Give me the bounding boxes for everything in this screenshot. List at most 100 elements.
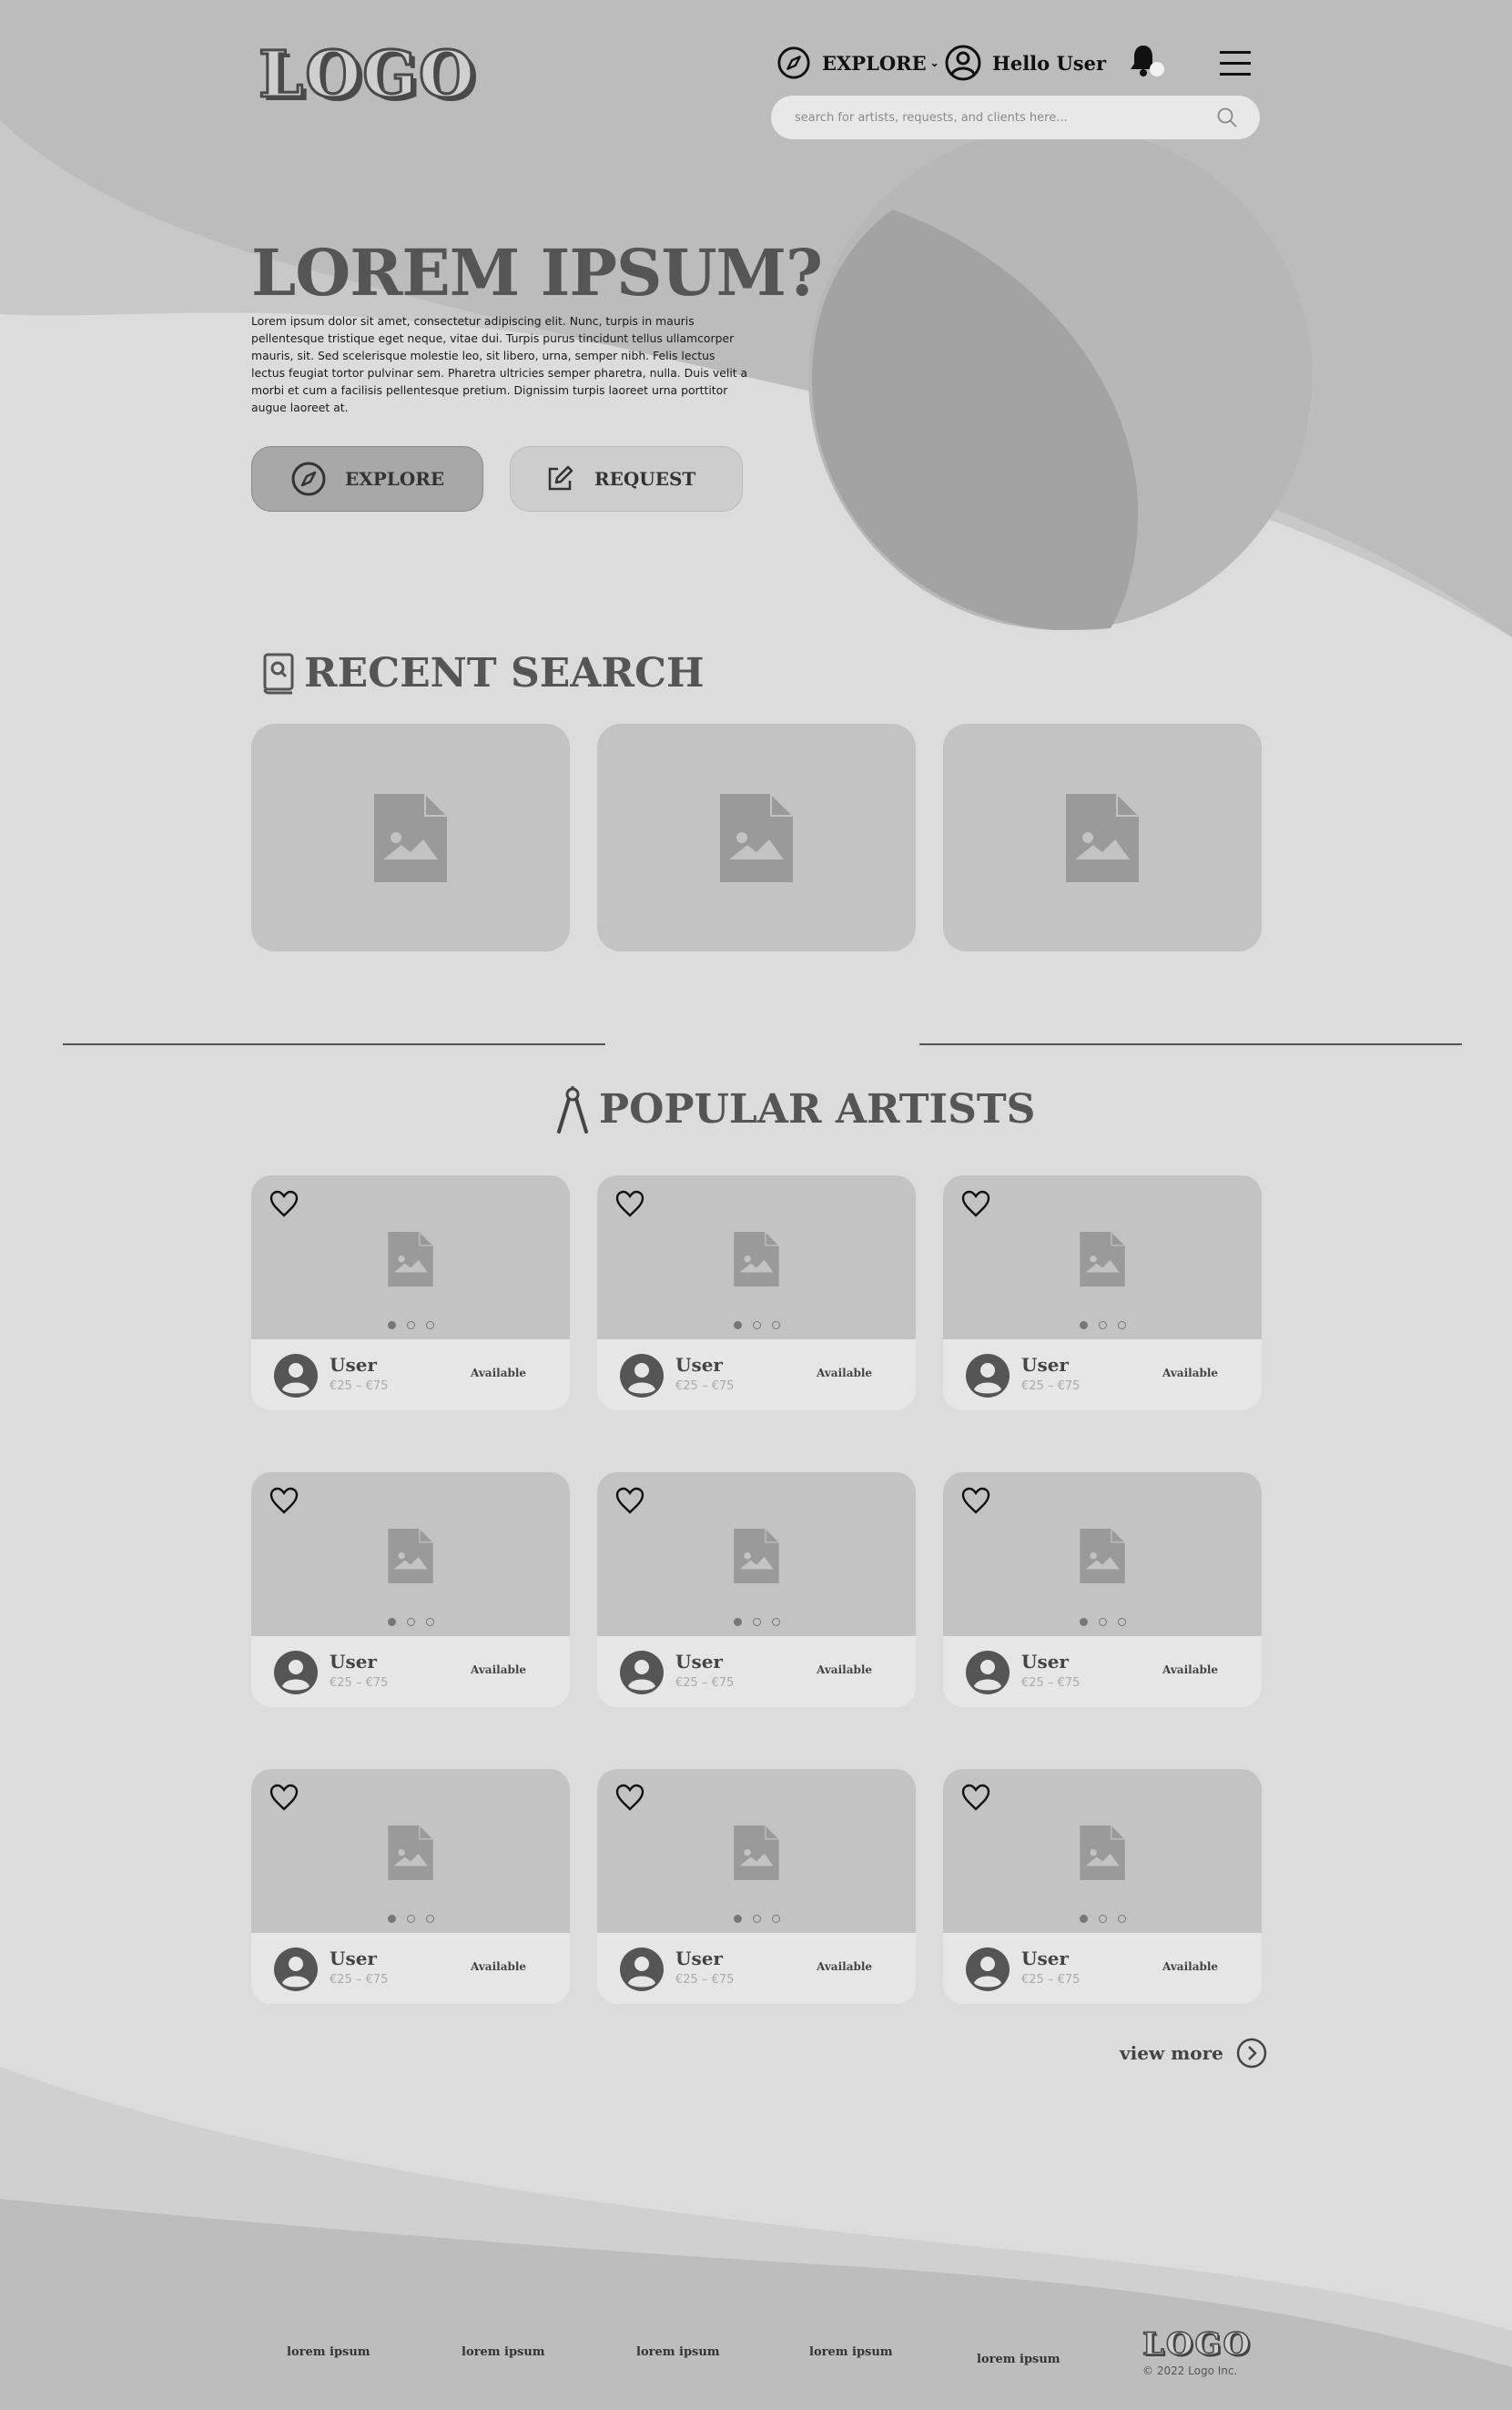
artist-name: User — [1021, 1651, 1069, 1673]
carousel-dot-active[interactable] — [1079, 1915, 1088, 1923]
artist-price-range: €25 – €75 — [330, 1379, 389, 1393]
carousel-dot-active[interactable] — [387, 1915, 396, 1923]
carousel-dot[interactable] — [752, 1618, 761, 1626]
artist-card[interactable]: User €25 – €75 Available — [943, 1769, 1262, 2004]
footer-link[interactable]: lorem ipsum — [977, 2353, 1060, 2366]
recent-search-card[interactable] — [251, 724, 570, 951]
carousel-dot-active[interactable] — [733, 1321, 742, 1329]
artist-image-carousel[interactable] — [251, 1175, 570, 1339]
image-placeholder-icon — [1080, 1529, 1125, 1583]
carousel-dot-active[interactable] — [733, 1915, 742, 1923]
carousel-dot-active[interactable] — [387, 1618, 396, 1626]
artist-card[interactable]: User €25 – €75 Available — [597, 1769, 916, 2004]
artist-image-carousel[interactable] — [943, 1769, 1262, 1933]
carousel-dot-active[interactable] — [733, 1618, 742, 1626]
artist-image-carousel[interactable] — [597, 1769, 916, 1933]
footer-link[interactable]: lorem ipsum — [809, 2345, 893, 2359]
notification-bell-icon[interactable] — [1127, 42, 1167, 82]
carousel-dot[interactable] — [771, 1618, 780, 1626]
carousel-dots — [597, 1618, 916, 1626]
artist-image-carousel[interactable] — [597, 1175, 916, 1339]
heart-icon[interactable] — [961, 1784, 990, 1811]
artist-availability: Available — [817, 1960, 873, 1973]
carousel-dot[interactable] — [1098, 1618, 1107, 1626]
search-input[interactable] — [793, 109, 1216, 126]
heart-icon[interactable] — [269, 1190, 299, 1217]
carousel-dot[interactable] — [425, 1915, 434, 1923]
artist-image-carousel[interactable] — [943, 1472, 1262, 1636]
search-bar[interactable] — [771, 96, 1260, 139]
artist-price-range: €25 – €75 — [1021, 1973, 1081, 1987]
divider-left — [63, 1043, 605, 1045]
footer-link[interactable]: lorem ipsum — [636, 2345, 720, 2359]
user-menu[interactable]: Hello User — [945, 45, 1106, 81]
image-placeholder-icon — [734, 1529, 779, 1583]
carousel-dot[interactable] — [425, 1321, 434, 1329]
carousel-dot[interactable] — [1098, 1915, 1107, 1923]
carousel-dot[interactable] — [406, 1618, 415, 1626]
search-book-icon — [263, 653, 294, 694]
artist-image-carousel[interactable] — [251, 1769, 570, 1933]
carousel-dot-active[interactable] — [387, 1321, 396, 1329]
carousel-dot[interactable] — [425, 1618, 434, 1626]
artist-image-carousel[interactable] — [597, 1472, 916, 1636]
carousel-dot[interactable] — [1098, 1321, 1107, 1329]
artist-name: User — [675, 1651, 723, 1673]
search-icon[interactable] — [1216, 107, 1238, 128]
artist-image — [732, 1825, 781, 1884]
heart-icon[interactable] — [615, 1487, 644, 1514]
compass-icon — [291, 462, 326, 496]
view-more-label: view more — [1120, 2042, 1223, 2064]
carousel-dot-active[interactable] — [1079, 1321, 1088, 1329]
artist-name: User — [330, 1947, 377, 1969]
copyright-text: © 2022 Logo Inc. — [1142, 2364, 1238, 2377]
heart-icon[interactable] — [269, 1487, 299, 1514]
artist-card[interactable]: User €25 – €75 Available — [943, 1175, 1262, 1410]
carousel-dots — [597, 1321, 916, 1329]
carousel-dot-active[interactable] — [1079, 1618, 1088, 1626]
image-placeholder-icon — [1066, 793, 1139, 882]
artist-image — [1078, 1529, 1127, 1587]
carousel-dot[interactable] — [752, 1915, 761, 1923]
artist-card[interactable]: User €25 – €75 Available — [597, 1472, 916, 1707]
artist-card[interactable]: User €25 – €75 Available — [943, 1472, 1262, 1707]
header-logo[interactable]: LOGO — [258, 36, 476, 114]
explore-button[interactable]: EXPLORE — [251, 446, 483, 512]
carousel-dots — [943, 1618, 1262, 1626]
artist-image-carousel[interactable] — [251, 1472, 570, 1636]
artist-name: User — [675, 1947, 723, 1969]
artist-image-carousel[interactable] — [943, 1175, 1262, 1339]
avatar — [966, 1947, 1010, 1991]
recent-search-card[interactable] — [943, 724, 1262, 951]
artist-price-range: €25 – €75 — [675, 1973, 735, 1987]
explore-menu[interactable]: EXPLORE ⌄ — [776, 46, 939, 80]
carousel-dot[interactable] — [1117, 1321, 1126, 1329]
footer-link[interactable]: lorem ipsum — [462, 2345, 545, 2359]
carousel-dot[interactable] — [771, 1915, 780, 1923]
artist-card[interactable]: User €25 – €75 Available — [251, 1175, 570, 1410]
heart-icon[interactable] — [269, 1784, 299, 1811]
carousel-dot[interactable] — [1117, 1915, 1126, 1923]
hero-title: LOREM IPSUM? — [251, 235, 823, 310]
heart-icon[interactable] — [615, 1784, 644, 1811]
request-button[interactable]: REQUEST — [510, 446, 743, 512]
carousel-dot[interactable] — [406, 1321, 415, 1329]
carousel-dot[interactable] — [771, 1321, 780, 1329]
hamburger-menu-icon[interactable] — [1220, 50, 1253, 77]
heart-icon[interactable] — [961, 1487, 990, 1514]
artist-card[interactable]: User €25 – €75 Available — [251, 1769, 570, 2004]
view-more-link[interactable]: view more — [1120, 2038, 1267, 2069]
heart-icon[interactable] — [615, 1190, 644, 1217]
artist-card[interactable]: User €25 – €75 Available — [597, 1175, 916, 1410]
artist-image — [386, 1232, 435, 1290]
footer-link[interactable]: lorem ipsum — [287, 2345, 370, 2359]
carousel-dot[interactable] — [752, 1321, 761, 1329]
carousel-dot[interactable] — [406, 1915, 415, 1923]
hero-description: Lorem ipsum dolor sit amet, consectetur … — [251, 314, 748, 414]
recent-search-card[interactable] — [597, 724, 916, 951]
footer-logo[interactable]: LOGO — [1142, 2325, 1252, 2364]
heart-icon[interactable] — [961, 1190, 990, 1217]
artist-card[interactable]: User €25 – €75 Available — [251, 1472, 570, 1707]
avatar — [966, 1354, 1010, 1398]
carousel-dot[interactable] — [1117, 1618, 1126, 1626]
